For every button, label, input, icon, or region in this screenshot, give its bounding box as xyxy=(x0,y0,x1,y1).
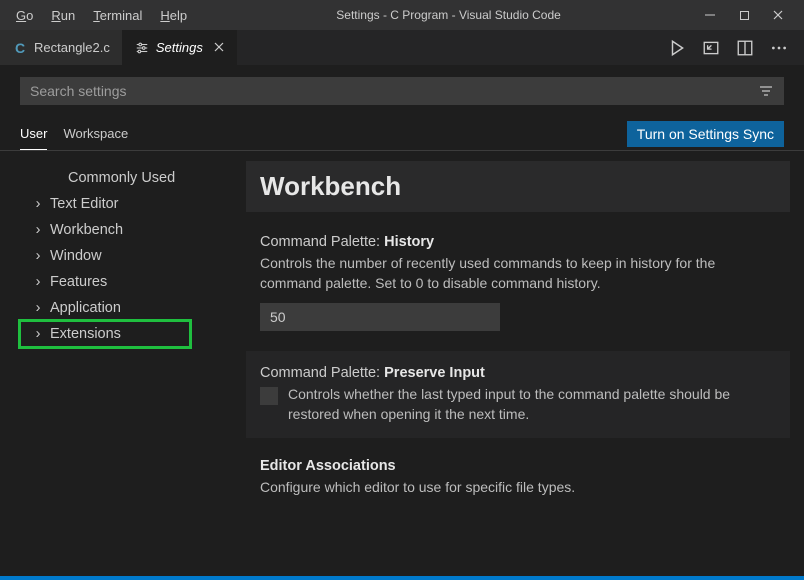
history-input[interactable] xyxy=(260,303,500,331)
tab-bar: C Rectangle2.c Settings xyxy=(0,30,804,65)
chevron-right-icon: › xyxy=(32,300,44,316)
window-title: Settings - C Program - Visual Studio Cod… xyxy=(195,8,702,22)
run-icon[interactable] xyxy=(668,39,686,57)
setting-title: Command Palette: Preserve Input xyxy=(260,365,776,381)
menu-run[interactable]: Run xyxy=(43,4,83,27)
settings-search-row xyxy=(0,65,804,117)
tab-label: Rectangle2.c xyxy=(34,40,110,55)
open-to-side-icon[interactable] xyxy=(702,39,720,57)
setting-editor-associations: Editor Associations Configure which edit… xyxy=(246,454,790,498)
setting-description: Configure which editor to use for specif… xyxy=(260,478,776,498)
more-actions-icon[interactable] xyxy=(770,39,788,57)
chevron-right-icon: › xyxy=(32,274,44,290)
close-icon[interactable] xyxy=(213,40,225,56)
titlebar: Go Run Terminal Help Settings - C Progra… xyxy=(0,0,804,30)
setting-description: Controls the number of recently used com… xyxy=(260,254,776,293)
minimize-button[interactable] xyxy=(702,7,718,23)
tree-features[interactable]: ›Features xyxy=(20,269,230,295)
settings-scope-row: User Workspace Turn on Settings Sync xyxy=(0,117,804,151)
settings-search[interactable] xyxy=(20,77,784,105)
chevron-right-icon: › xyxy=(32,222,44,238)
search-input[interactable] xyxy=(30,83,758,99)
tab-label: Settings xyxy=(156,40,203,55)
settings-content: Workbench Command Palette: History Contr… xyxy=(236,151,804,576)
status-bar xyxy=(0,576,804,580)
chevron-right-icon: › xyxy=(32,248,44,264)
preserve-input-checkbox[interactable] xyxy=(260,387,278,405)
settings-tree: Commonly Used ›Text Editor ›Workbench ›W… xyxy=(0,151,236,576)
menu-terminal[interactable]: Terminal xyxy=(85,4,150,27)
menu-help[interactable]: Help xyxy=(152,4,195,27)
chevron-right-icon: › xyxy=(32,326,44,342)
tree-window[interactable]: ›Window xyxy=(20,243,230,269)
tree-commonly-used[interactable]: Commonly Used xyxy=(20,165,230,191)
tab-settings[interactable]: Settings xyxy=(122,30,237,65)
setting-command-palette-preserve-input: Command Palette: Preserve Input Controls… xyxy=(246,351,790,438)
c-file-icon: C xyxy=(12,40,28,56)
editor-actions xyxy=(668,39,804,57)
setting-title: Editor Associations xyxy=(260,458,776,474)
setting-command-palette-history: Command Palette: History Controls the nu… xyxy=(246,230,790,351)
menu-bar: Go Run Terminal Help xyxy=(8,4,195,27)
split-editor-icon[interactable] xyxy=(736,39,754,57)
scope-user[interactable]: User xyxy=(20,118,47,150)
settings-icon xyxy=(134,40,150,56)
tree-text-editor[interactable]: ›Text Editor xyxy=(20,191,230,217)
menu-go[interactable]: Go xyxy=(8,4,41,27)
scope-workspace[interactable]: Workspace xyxy=(63,118,128,149)
close-button[interactable] xyxy=(770,7,786,23)
window-controls xyxy=(702,7,796,23)
settings-sync-button[interactable]: Turn on Settings Sync xyxy=(627,121,784,147)
filter-icon[interactable] xyxy=(758,83,774,99)
maximize-button[interactable] xyxy=(736,7,752,23)
setting-description: Controls whether the last typed input to… xyxy=(288,385,776,424)
setting-title: Command Palette: History xyxy=(260,234,776,250)
tab-file-rectangle2[interactable]: C Rectangle2.c xyxy=(0,30,122,65)
tree-workbench[interactable]: ›Workbench xyxy=(20,217,230,243)
chevron-right-icon: › xyxy=(32,196,44,212)
tree-application[interactable]: ›Application xyxy=(20,295,230,321)
section-header: Workbench xyxy=(246,161,790,212)
tree-extensions[interactable]: ›Extensions xyxy=(20,321,190,347)
